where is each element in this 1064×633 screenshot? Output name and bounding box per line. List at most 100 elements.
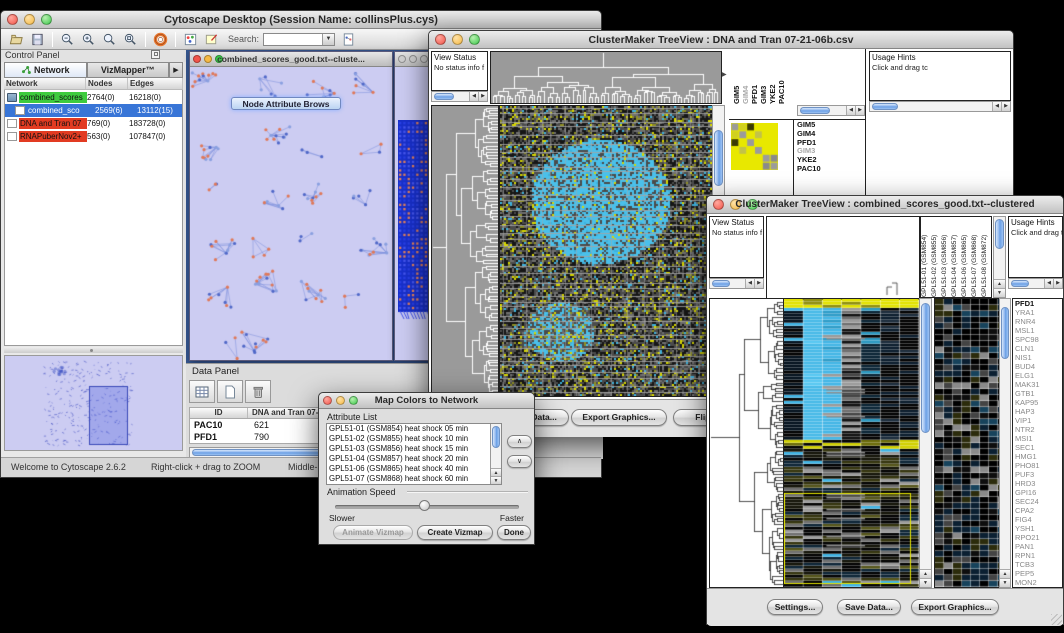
network-table-row[interactable]: RNAPuberNov2+ 563(0) 107847(0) [5,130,182,143]
gene-name[interactable]: FIG4 [1015,515,1062,524]
search-field[interactable] [264,34,322,45]
done-button[interactable]: Done [497,525,531,540]
dialog-titlebar[interactable]: Map Colors to Network [319,393,534,409]
listbox-vscrollbar[interactable]: ▲ ▼ [490,424,501,484]
gene-name[interactable]: PAN1 [1015,542,1062,551]
help-lifebuoy-icon[interactable] [151,31,170,48]
network-table-row[interactable]: DNA and Tran 07 769(0) 183728(0) [5,117,182,130]
column-label[interactable]: YKE2 [768,51,777,104]
zoom-in-icon[interactable] [79,31,98,48]
gene-name[interactable]: VIP1 [1015,416,1062,425]
gene-name[interactable]: GTB1 [1015,389,1062,398]
network-doc-icon[interactable] [339,31,358,48]
settings-button[interactable]: Settings... [767,599,823,615]
tv2-row-dendrogram[interactable] [709,298,784,588]
new-document-icon[interactable] [217,380,243,403]
column-label[interactable]: GPL51-08 (GSM872) [981,217,991,297]
gene-name[interactable]: PUF3 [1015,470,1062,479]
create-vizmap-button[interactable]: Create Vizmap [417,525,493,540]
float-panel-icon[interactable] [151,50,160,59]
network-table-row[interactable]: combined_sco 2569(6) 13112(15) [5,104,182,117]
column-label[interactable]: GPL51-01 (GSM854) [921,217,931,297]
column-label[interactable]: GPL51-02 (GSM855) [931,217,941,297]
gene-name[interactable]: PHO81 [1015,461,1062,470]
main-titlebar[interactable]: Cytoscape Desktop (Session Name: collins… [1,11,601,29]
gene-name[interactable]: BUD4 [1015,362,1062,371]
attribute-listbox[interactable]: GPL51-01 (GSM854) heat shock 05 minGPL51… [326,423,502,485]
tv1-titlebar[interactable]: ClusterMaker TreeView : DNA and Tran 07-… [429,31,1013,49]
tv1-heatmap[interactable] [499,105,713,397]
attribute-item[interactable]: GPL51-06 (GSM865) heat shock 40 min [327,464,490,474]
attribute-item[interactable]: GPL51-03 (GSM856) heat shock 15 min [327,444,490,454]
column-label[interactable]: GIM4 [741,51,750,104]
zoom-selected-icon[interactable] [100,31,119,48]
column-label[interactable]: GIM5 [732,51,741,104]
gene-name[interactable]: SPC98 [1015,335,1062,344]
gene-name[interactable]: HRD3 [1015,479,1062,488]
slider-thumb[interactable] [419,500,430,511]
column-label[interactable]: PFD1 [750,51,759,104]
scrollbar-thumb[interactable] [712,280,730,287]
gene-name[interactable]: PEP5 [1015,569,1062,578]
gene-name[interactable]: KAP95 [1015,398,1062,407]
gene-name[interactable]: PFD1 [1015,299,1062,308]
column-label[interactable]: GIM3 [759,51,768,104]
scrollbar-thumb[interactable] [492,426,500,448]
tv2-heatmap[interactable] [783,298,920,588]
attribute-item[interactable]: GPL51-07 (GSM868) heat shock 60 min [327,474,490,484]
gene-name[interactable]: MAK31 [1015,380,1062,389]
tv2-zoom-detail-heatmap[interactable] [934,298,1000,588]
panel-divider-handle[interactable] [4,347,183,353]
column-label[interactable]: GPL51-03 (GSM856) [941,217,951,297]
gene-name[interactable]: MON2 [1015,578,1062,587]
scrollbar-thumb[interactable] [995,219,1004,249]
tv2-top-vscrollbar[interactable]: ▲▼ [993,216,1006,298]
export-graphics-button[interactable]: Export Graphics... [911,599,999,615]
vizmapper-icon[interactable] [181,31,200,48]
gene-name[interactable]: TCB3 [1015,560,1062,569]
search-input[interactable]: ▼ [263,33,335,46]
tv1-row-dendrogram[interactable] [431,105,499,397]
gene-name[interactable]: CPA2 [1015,506,1062,515]
tab-vizmapper[interactable]: VizMapper™ [87,62,170,78]
trash-icon[interactable] [245,380,271,403]
save-icon[interactable] [28,31,47,48]
tv2-status-hscrollbar[interactable]: ◀▶ [709,278,764,289]
column-label[interactable]: GPL51-06 (GSM865) [961,217,971,297]
scrollbar-thumb[interactable] [714,130,723,186]
export-graphics-button[interactable]: Export Graphics... [571,409,667,426]
birdseye-view-canvas[interactable] [4,355,183,451]
attribute-item[interactable]: GPL51-02 (GSM855) heat shock 10 min [327,434,490,444]
tab-overflow-arrow[interactable]: ▶ [169,62,183,78]
tv2-hints-hscrollbar[interactable]: ◀▶ [1008,278,1063,289]
network-table-header[interactable]: Network Nodes Edges [4,78,183,90]
tv2-column-dendrogram[interactable] [766,216,920,300]
scrollbar-thumb[interactable] [434,93,454,100]
network-grid-canvas[interactable] [398,120,430,320]
move-down-button[interactable]: ∨ [507,455,532,468]
scrollbar-thumb[interactable] [1001,307,1009,359]
network-frame-titlebar[interactable]: combined_scores_good.txt--cluste... [190,52,392,67]
scrollbar-thumb[interactable] [921,303,930,433]
frame-close-icon[interactable] [398,55,406,63]
tv2-genelist-vscrollbar[interactable]: ▲▼ [999,298,1011,588]
tv1-status-hscrollbar[interactable]: ◀▶ [431,91,488,102]
gene-label[interactable]: PAC10 [797,165,863,174]
gene-name[interactable]: CLN1 [1015,344,1062,353]
open-icon[interactable] [7,31,26,48]
gene-name[interactable]: ELG1 [1015,371,1062,380]
gene-name[interactable]: YRA1 [1015,308,1062,317]
resize-grip[interactable] [1051,614,1062,625]
gene-name[interactable]: SEC24 [1015,497,1062,506]
tv1-matrix-hscrollbar[interactable]: ◀▶ [797,105,865,116]
column-label[interactable]: GPL51-07 (GSM868) [971,217,981,297]
zoom-fit-icon[interactable] [121,31,140,48]
scrollbar-thumb[interactable] [800,107,830,114]
gene-name[interactable]: MSI1 [1015,434,1062,443]
zoom-out-icon[interactable] [58,31,77,48]
gene-name[interactable]: NTR2 [1015,425,1062,434]
chevron-down-icon[interactable]: ▼ [322,34,334,45]
save-data-button[interactable]: Save Data... [837,599,901,615]
animate-vizmap-button[interactable]: Animate Vizmap [333,525,413,540]
network-canvas[interactable] [190,67,392,360]
